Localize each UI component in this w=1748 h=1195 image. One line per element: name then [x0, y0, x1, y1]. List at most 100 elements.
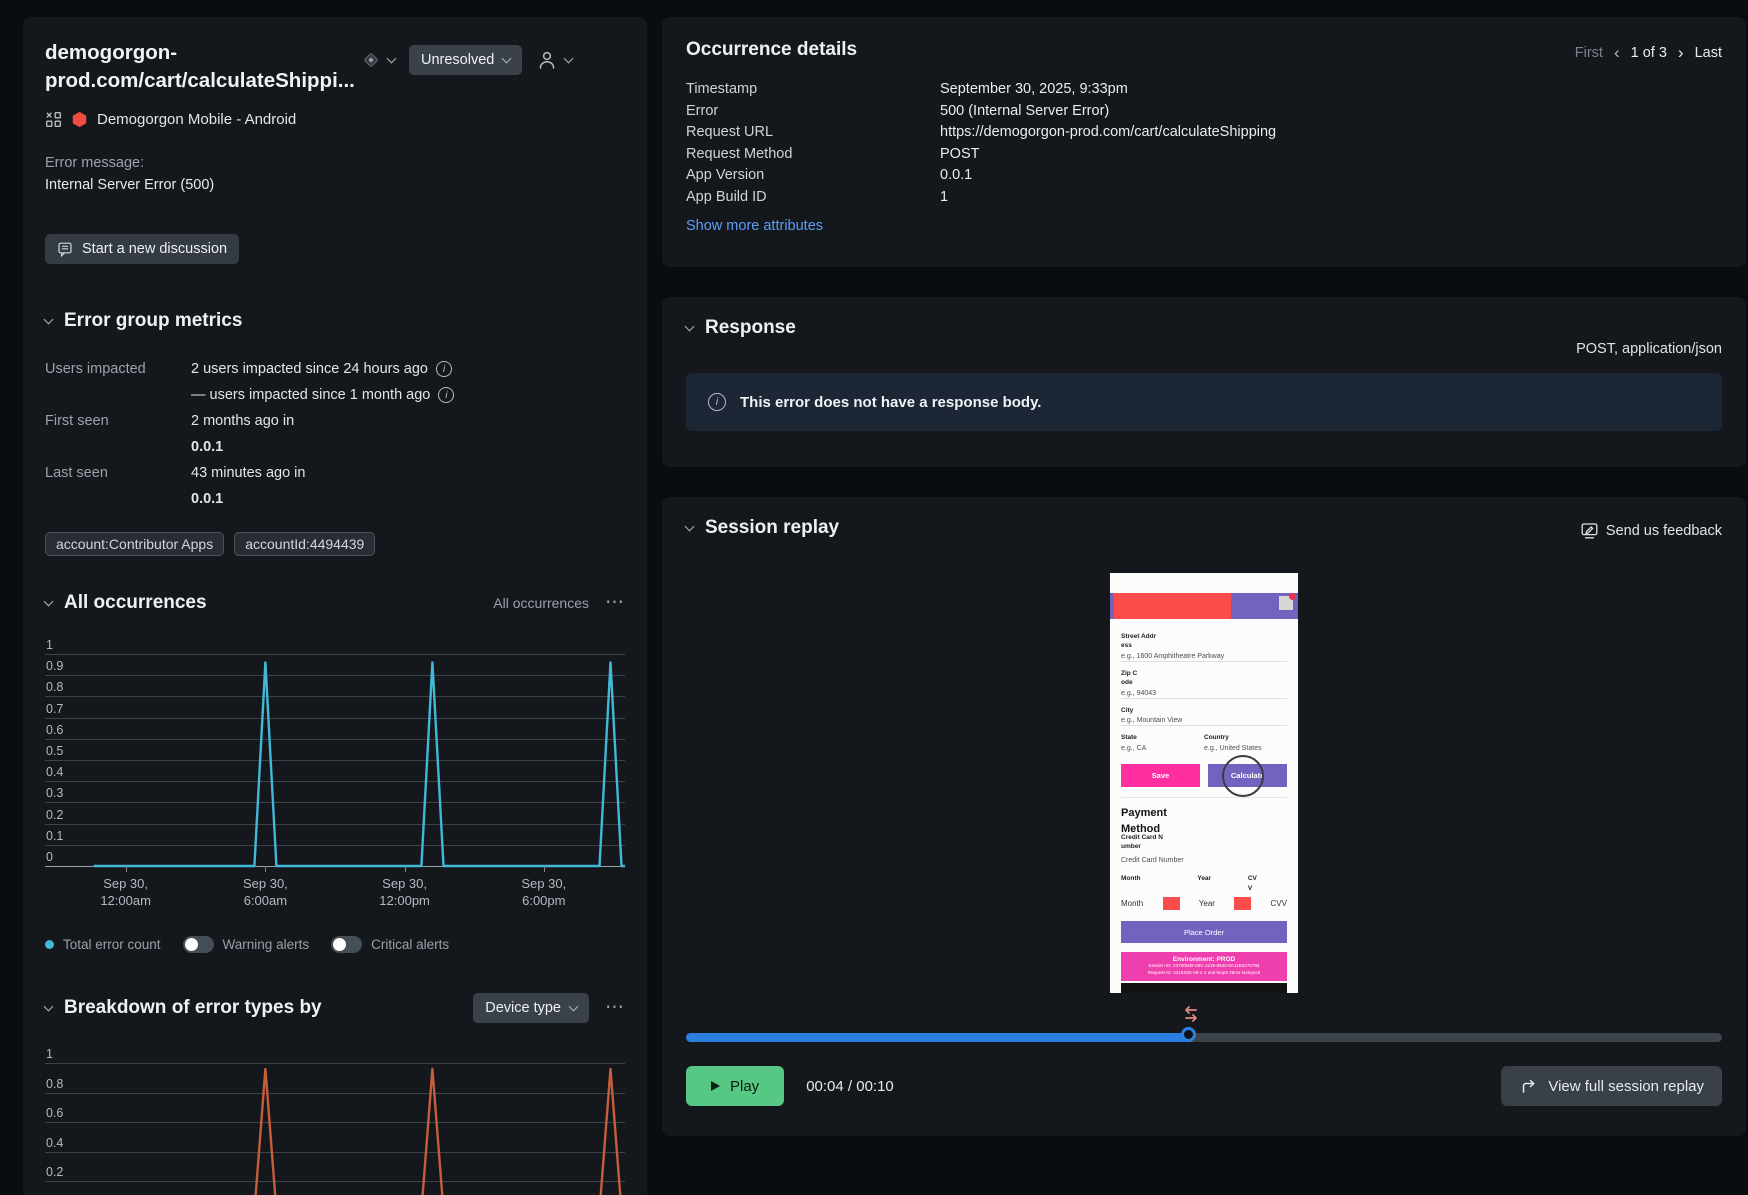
- row-label: Request Method: [686, 145, 793, 162]
- collapse-chevron-icon[interactable]: [43, 1001, 54, 1012]
- replay-timeline: [686, 1006, 1722, 1042]
- cart-icon: [1279, 593, 1296, 610]
- collapse-chevron-icon[interactable]: [43, 596, 54, 607]
- phone-nav-bar: [1121, 983, 1287, 993]
- collapse-chevron-icon[interactable]: [43, 314, 54, 325]
- credit-card-input: Credit Card Number: [1121, 857, 1184, 865]
- device-type-dropdown[interactable]: Device type: [473, 993, 589, 1023]
- scrubber-progress: [686, 1033, 1191, 1042]
- tap-indicator: [1222, 754, 1265, 797]
- breakdown-chart: 10.80.60.40.20: [45, 1047, 625, 1195]
- cvv-label: CVV: [1247, 875, 1257, 892]
- x-axis-label: Sep 30, 12:00pm: [379, 876, 430, 908]
- users-impacted-label: Users impacted: [45, 361, 146, 377]
- users-impacted-month: — users impacted since 1 month ago i: [191, 382, 455, 408]
- tag-row: account:Contributor Apps accountId:44944…: [45, 532, 625, 556]
- city-field: City e.g., Mountain View: [1121, 706, 1287, 727]
- critical-alerts-toggle[interactable]: [331, 936, 363, 953]
- send-feedback-button[interactable]: Send us feedback: [1580, 521, 1722, 540]
- country-label: Country: [1204, 734, 1229, 742]
- row-label: Request URL: [686, 124, 774, 140]
- x-axis-tick: [404, 866, 406, 872]
- cart-badge: [1289, 593, 1296, 600]
- scrubber-handle[interactable]: [1180, 1027, 1196, 1042]
- response-empty-message: This error does not have a response body…: [740, 393, 1042, 411]
- occurrences-menu-button[interactable]: ⋯: [605, 593, 625, 612]
- zip-label: Zip Code: [1121, 669, 1138, 687]
- row-value: https://demogorgon-prod.com/cart/calcula…: [940, 124, 1277, 140]
- first-seen-value: 2 months ago in: [191, 413, 295, 429]
- show-more-attributes-link[interactable]: Show more attributes: [686, 218, 823, 234]
- row-label: Timestamp: [686, 81, 758, 97]
- city-input: e.g., Mountain View: [1121, 715, 1287, 727]
- save-calculate-row: Save Calculate: [1121, 754, 1287, 797]
- last-seen-value: 43 minutes ago in: [191, 465, 306, 481]
- pagination-first[interactable]: First: [1575, 45, 1603, 61]
- info-icon[interactable]: i: [438, 387, 455, 403]
- response-header: Response: [684, 317, 1722, 339]
- page-title-line1: demogorgon-: [45, 41, 178, 64]
- warning-alerts-toggle[interactable]: [182, 936, 214, 953]
- pagination-next-icon[interactable]: ›: [1678, 43, 1684, 63]
- open-arrow-icon: [1519, 1077, 1537, 1095]
- info-icon: i: [708, 393, 726, 411]
- session-id-line: Session ID: 23790509-09C-4119-8520-8A11B…: [1148, 963, 1260, 969]
- play-button[interactable]: Play: [686, 1066, 785, 1106]
- last-seen-label: Last seen: [45, 465, 108, 481]
- state-label: State: [1121, 734, 1137, 742]
- month-label: Month: [1121, 875, 1141, 883]
- chevron-down-icon: [563, 53, 574, 64]
- state-country-row: State e.g., CA Country e.g., United Stat…: [1121, 733, 1287, 752]
- breakdown-menu-button[interactable]: ⋯: [605, 998, 625, 1017]
- collapse-chevron-icon[interactable]: [684, 321, 695, 332]
- request-id-line: Request ID: 4318X02-29-1-1 anti-loop9 29…: [1147, 970, 1261, 976]
- metrics-section-header: Error group metrics: [43, 310, 625, 332]
- discussion-bubble-icon: [57, 241, 73, 257]
- state-field: State e.g., CA: [1121, 733, 1204, 752]
- play-icon: [711, 1081, 720, 1091]
- metrics-table: Users impacted 2 users impacted since 24…: [45, 356, 625, 512]
- breakdown-section-header: Breakdown of error types by Device type …: [43, 993, 625, 1023]
- occurrence-pagination: First ‹ 1 of 3 › Last: [1575, 43, 1722, 63]
- start-discussion-button[interactable]: Start a new discussion: [45, 234, 240, 264]
- replay-scrubber[interactable]: [686, 1027, 1722, 1042]
- occurrences-section-header: All occurrences All occurrences ⋯: [43, 592, 625, 614]
- send-feedback-label: Send us feedback: [1605, 522, 1722, 539]
- legend-warning-label: Warning alerts: [222, 937, 310, 952]
- page-title-line2: prod.com/cart/calculateShippi...: [45, 69, 355, 92]
- first-seen-version: 0.0.1: [191, 439, 224, 455]
- collapse-chevron-icon[interactable]: [684, 521, 695, 532]
- replay-timecode: 00:04 / 00:10: [806, 1077, 894, 1095]
- person-icon: [536, 49, 558, 71]
- users-impacted-24h-text: 2 users impacted since 24 hours ago: [191, 361, 428, 377]
- save-button: Save: [1121, 763, 1200, 787]
- assignee-selector[interactable]: [536, 49, 574, 71]
- first-seen-label: First seen: [45, 413, 109, 429]
- legend-total-label: Total error count: [63, 937, 161, 952]
- status-dropdown[interactable]: Unresolved: [409, 45, 523, 75]
- tag-account[interactable]: account:Contributor Apps: [45, 532, 225, 556]
- breakdown-heading: Breakdown of error types by: [64, 997, 322, 1018]
- metric-row-first-seen: First seen 2 months ago in 0.0.1: [45, 408, 625, 460]
- view-full-replay-button[interactable]: View full session replay: [1501, 1066, 1722, 1106]
- street-field: Street Address e.g., 1600 Amphitheatre P…: [1121, 632, 1287, 662]
- year-error-box: [1234, 897, 1252, 911]
- issue-panel: demogorgon- prod.com/cart/calculateShipp…: [23, 17, 647, 1195]
- year-label: Year: [1197, 875, 1212, 883]
- pagination-last[interactable]: Last: [1695, 45, 1722, 61]
- state-input: e.g., CA: [1121, 744, 1147, 752]
- occurrence-details-table: Timestamp September 30, 2025, 9:33pm Err…: [686, 79, 1722, 208]
- pagination-prev-icon[interactable]: ‹: [1614, 43, 1620, 63]
- chevron-down-icon: [501, 53, 512, 64]
- table-row: Request URL https://demogorgon-prod.com/…: [686, 122, 1722, 144]
- tag-account-id[interactable]: accountId:4494439: [234, 532, 376, 556]
- priority-selector[interactable]: [361, 50, 397, 70]
- response-heading: Response: [705, 317, 796, 338]
- error-message-label: Error message:: [45, 155, 145, 171]
- row-value: 0.0.1: [940, 167, 973, 183]
- timeline-event-swap-arrows-icon[interactable]: [1181, 1005, 1201, 1024]
- info-icon[interactable]: i: [435, 361, 452, 377]
- row-label: Error: [686, 102, 719, 119]
- occurrences-chart: 1 0.9 0.8 0.7 0.6 0.5 0.4 0.3 0.2 0.1 0 Sep 30, 12:0…: [45, 638, 625, 924]
- play-label: Play: [730, 1077, 760, 1095]
